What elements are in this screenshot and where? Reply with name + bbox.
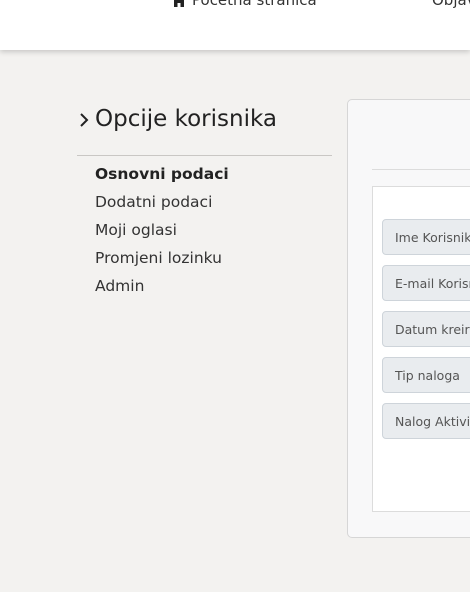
email-field[interactable]: E-mail Korisnika bbox=[382, 265, 470, 301]
nav-home-label: Početna stranica bbox=[192, 0, 317, 9]
sidebar-menu: Osnovni podaci Dodatni podaci Moji oglas… bbox=[95, 163, 229, 303]
sidebar-title-label: Opcije korisnika bbox=[95, 106, 277, 132]
nav-home-link[interactable]: Početna stranica bbox=[172, 0, 317, 9]
username-field[interactable]: Ime Korisnika bbox=[382, 219, 470, 255]
sidebar-item-admin[interactable]: Admin bbox=[95, 275, 229, 303]
sidebar-item-promjeni-lozinku[interactable]: Promjeni lozinku bbox=[95, 247, 229, 275]
sidebar-divider bbox=[77, 155, 332, 156]
account-activated-field[interactable]: Nalog Aktiviran bbox=[382, 403, 470, 439]
created-date-field[interactable]: Datum kreiranja bbox=[382, 311, 470, 347]
home-icon bbox=[172, 0, 186, 7]
sidebar-item-osnovni-podaci[interactable]: Osnovni podaci bbox=[95, 163, 229, 191]
nav-ads-link[interactable]: Objav bbox=[432, 0, 470, 9]
nav-ads-label: Objav bbox=[432, 0, 470, 9]
chevron-right-icon bbox=[80, 112, 89, 127]
sidebar-item-moji-oglasi[interactable]: Moji oglasi bbox=[95, 219, 229, 247]
sidebar-item-dodatni-podaci[interactable]: Dodatni podaci bbox=[95, 191, 229, 219]
sidebar-title: Opcije korisnika bbox=[77, 106, 277, 132]
panel-divider bbox=[372, 169, 470, 170]
account-type-field[interactable]: Tip naloga bbox=[382, 357, 470, 393]
top-navbar: Početna stranica Objav bbox=[0, 0, 470, 50]
